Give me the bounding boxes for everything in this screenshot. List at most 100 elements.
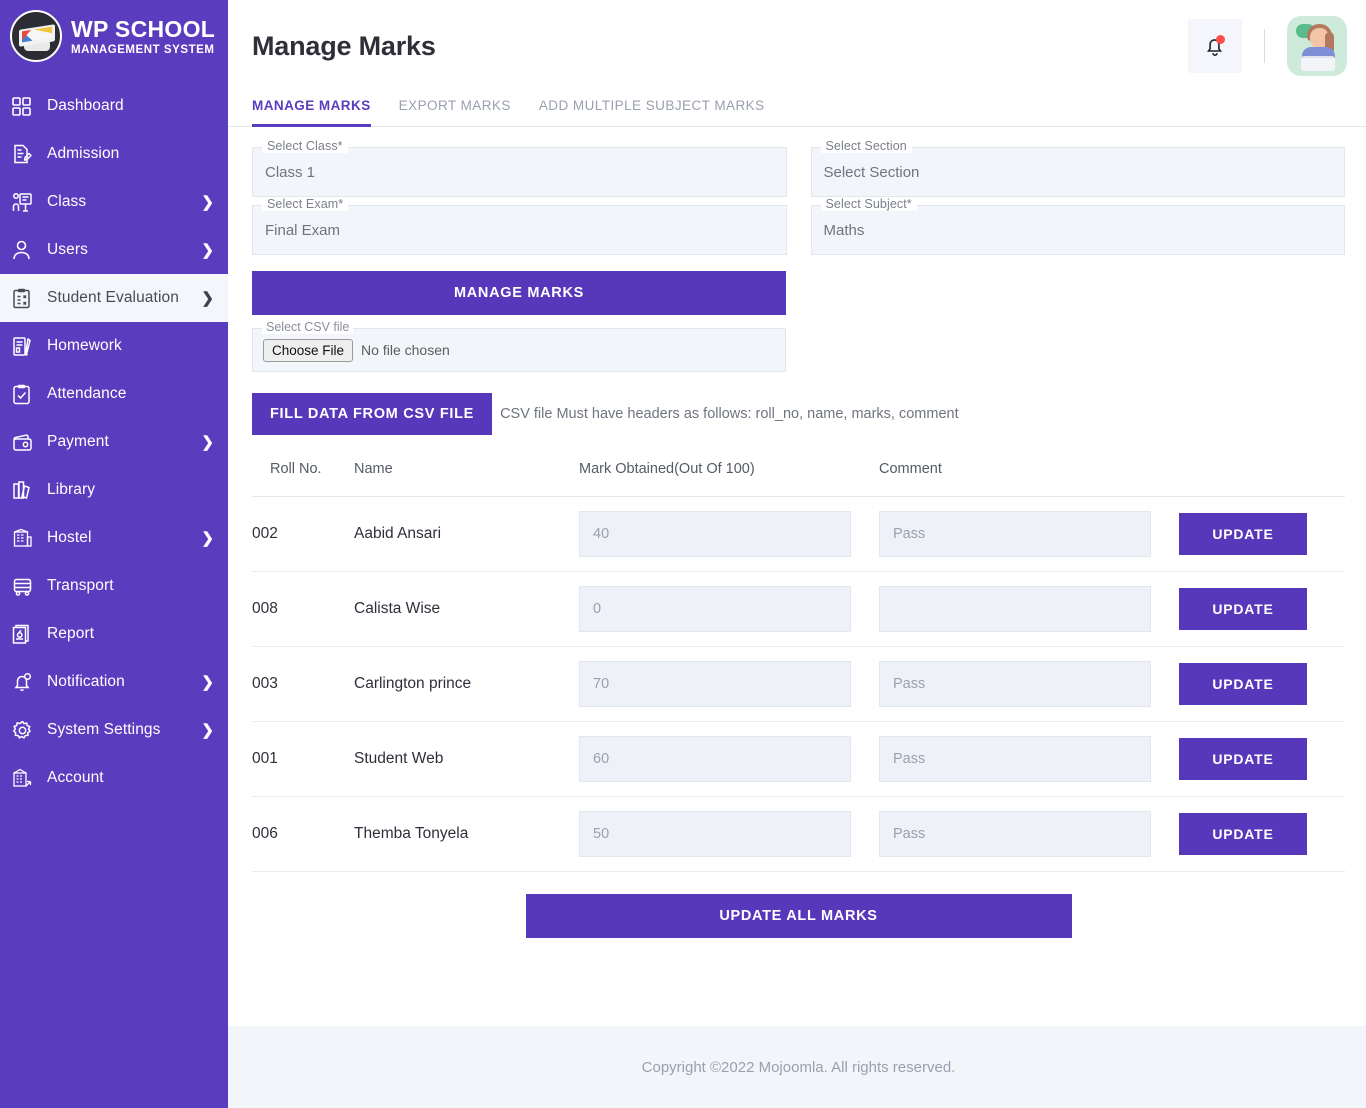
table-row: 001 Student Web UPDATE bbox=[252, 721, 1345, 797]
sidebar-item-label: Student Evaluation bbox=[47, 289, 179, 306]
page-content: Select Class* Class 1 Select Section Sel… bbox=[228, 127, 1366, 998]
sidebar-item-users[interactable]: Users ❯ bbox=[0, 226, 228, 274]
notifications-button[interactable] bbox=[1188, 19, 1242, 73]
update-button[interactable]: UPDATE bbox=[1179, 738, 1307, 780]
column-header-name: Name bbox=[354, 461, 579, 497]
select-subject-field[interactable]: Select Subject* Maths bbox=[810, 198, 1345, 255]
column-header-actions bbox=[1179, 461, 1345, 497]
brand-text: WP SCHOOL MANAGEMENT SYSTEM bbox=[71, 16, 215, 57]
select-section-legend: Select Section bbox=[820, 140, 912, 153]
chevron-right-icon: ❯ bbox=[201, 241, 214, 259]
update-button[interactable]: UPDATE bbox=[1179, 813, 1307, 855]
table-row: 008 Calista Wise UPDATE bbox=[252, 571, 1345, 647]
bell-icon bbox=[12, 672, 40, 693]
chevron-right-icon: ❯ bbox=[201, 529, 214, 547]
marks-table-body: 002 Aabid Ansari UPDATE 008 bbox=[252, 496, 1345, 872]
csv-format-note: CSV file Must have headers as follows: r… bbox=[500, 406, 959, 422]
select-class-value: Class 1 bbox=[265, 163, 316, 181]
chevron-right-icon: ❯ bbox=[201, 673, 214, 691]
chevron-right-icon: ❯ bbox=[201, 193, 214, 211]
sidebar-item-notification[interactable]: Notification ❯ bbox=[0, 658, 228, 706]
cell-name: Aabid Ansari bbox=[354, 496, 579, 572]
sidebar-item-label: Admission bbox=[47, 145, 120, 162]
mark-input[interactable] bbox=[579, 586, 851, 632]
sidebar-item-transport[interactable]: Transport bbox=[0, 562, 228, 610]
footer: Copyright ©2022 Mojoomla. All rights res… bbox=[228, 1026, 1366, 1108]
sidebar-item-account[interactable]: Account bbox=[0, 754, 228, 802]
table-row: 002 Aabid Ansari UPDATE bbox=[252, 496, 1345, 572]
cell-comment bbox=[879, 796, 1179, 872]
mark-input[interactable] bbox=[579, 736, 851, 782]
mark-input[interactable] bbox=[579, 661, 851, 707]
csv-file-field[interactable]: Select CSV file Choose File No file chos… bbox=[252, 321, 786, 372]
clipboard-check-icon bbox=[12, 288, 40, 309]
cell-mark bbox=[579, 796, 879, 872]
choose-file-button[interactable]: Choose File bbox=[263, 338, 354, 362]
update-button[interactable]: UPDATE bbox=[1179, 663, 1307, 705]
document-pen-icon bbox=[12, 144, 40, 165]
footer-copyright: Copyright ©2022 Mojoomla. All rights res… bbox=[641, 1058, 956, 1076]
sidebar-item-student-evaluation[interactable]: Student Evaluation ❯ bbox=[0, 274, 228, 322]
sidebar-item-library[interactable]: Library bbox=[0, 466, 228, 514]
manage-marks-button[interactable]: MANAGE MARKS bbox=[252, 271, 786, 315]
sidebar-item-payment[interactable]: Payment ❯ bbox=[0, 418, 228, 466]
cell-mark bbox=[579, 571, 879, 647]
select-section-field[interactable]: Select Section Select Section bbox=[810, 140, 1345, 197]
select-class-field[interactable]: Select Class* Class 1 bbox=[252, 140, 787, 197]
cell-name: Calista Wise bbox=[354, 571, 579, 647]
report-icon bbox=[12, 624, 40, 645]
comment-input[interactable] bbox=[879, 736, 1151, 782]
fill-data-from-csv-button[interactable]: FILL DATA FROM CSV FILE bbox=[252, 393, 493, 435]
sidebar-item-system-settings[interactable]: System Settings ❯ bbox=[0, 706, 228, 754]
select-exam-field[interactable]: Select Exam* Final Exam bbox=[252, 198, 787, 255]
mark-input[interactable] bbox=[579, 811, 851, 857]
cell-comment bbox=[879, 721, 1179, 797]
cell-mark bbox=[579, 721, 879, 797]
sidebar-item-label: System Settings bbox=[47, 721, 161, 738]
cell-roll-no: 003 bbox=[252, 646, 354, 722]
sidebar-item-label: Class bbox=[47, 193, 87, 210]
tab-add-multiple-subject-marks[interactable]: ADD MULTIPLE SUBJECT MARKS bbox=[525, 92, 779, 126]
sidebar-item-label: Account bbox=[47, 769, 104, 786]
cell-roll-no: 008 bbox=[252, 571, 354, 647]
sidebar-nav: Dashboard Admission Class ❯ Users ❯ Stud… bbox=[0, 82, 228, 802]
clipboard-tick-icon bbox=[12, 384, 40, 405]
wallet-icon bbox=[12, 433, 40, 452]
sidebar-item-label: Hostel bbox=[47, 529, 92, 546]
comment-input[interactable] bbox=[879, 811, 1151, 857]
sidebar-item-admission[interactable]: Admission bbox=[0, 130, 228, 178]
sidebar-item-hostel[interactable]: Hostel ❯ bbox=[0, 514, 228, 562]
mark-input[interactable] bbox=[579, 511, 851, 557]
sidebar-item-homework[interactable]: Homework bbox=[0, 322, 228, 370]
sidebar-item-report[interactable]: Report bbox=[0, 610, 228, 658]
chevron-right-icon: ❯ bbox=[201, 433, 214, 451]
sidebar: WP SCHOOL MANAGEMENT SYSTEM Dashboard Ad… bbox=[0, 0, 228, 1108]
column-header-comment: Comment bbox=[879, 461, 1179, 497]
select-exam-legend: Select Exam* bbox=[262, 198, 349, 211]
top-bar-actions bbox=[1188, 16, 1347, 76]
sidebar-item-dashboard[interactable]: Dashboard bbox=[0, 82, 228, 130]
comment-input[interactable] bbox=[879, 661, 1151, 707]
sidebar-item-class[interactable]: Class ❯ bbox=[0, 178, 228, 226]
tab-manage-marks[interactable]: MANAGE MARKS bbox=[252, 92, 385, 127]
comment-input[interactable] bbox=[879, 586, 1151, 632]
cell-comment bbox=[879, 571, 1179, 647]
update-all-marks-button[interactable]: UPDATE ALL MARKS bbox=[525, 894, 1072, 938]
graduation-cap-logo-icon bbox=[10, 10, 62, 62]
select-section-value: Select Section bbox=[823, 163, 920, 181]
update-button[interactable]: UPDATE bbox=[1179, 588, 1307, 630]
tab-export-marks[interactable]: EXPORT MARKS bbox=[385, 92, 525, 126]
comment-input[interactable] bbox=[879, 511, 1151, 557]
brand-logo-block[interactable]: WP SCHOOL MANAGEMENT SYSTEM bbox=[0, 0, 228, 76]
cell-roll-no: 001 bbox=[252, 721, 354, 797]
column-header-roll-no: Roll No. bbox=[252, 461, 354, 497]
sidebar-item-attendance[interactable]: Attendance bbox=[0, 370, 228, 418]
update-button[interactable]: UPDATE bbox=[1179, 513, 1307, 555]
building-icon bbox=[12, 528, 40, 548]
cell-roll-no: 006 bbox=[252, 796, 354, 872]
avatar[interactable] bbox=[1287, 16, 1347, 76]
main-area: Manage Marks MANAGE MARKS EXPORT MARKS A… bbox=[228, 0, 1366, 1108]
notification-badge-dot bbox=[1216, 35, 1225, 44]
update-all-wrap: UPDATE ALL MARKS bbox=[252, 872, 1345, 938]
filter-form: Select Class* Class 1 Select Section Sel… bbox=[252, 140, 1345, 255]
